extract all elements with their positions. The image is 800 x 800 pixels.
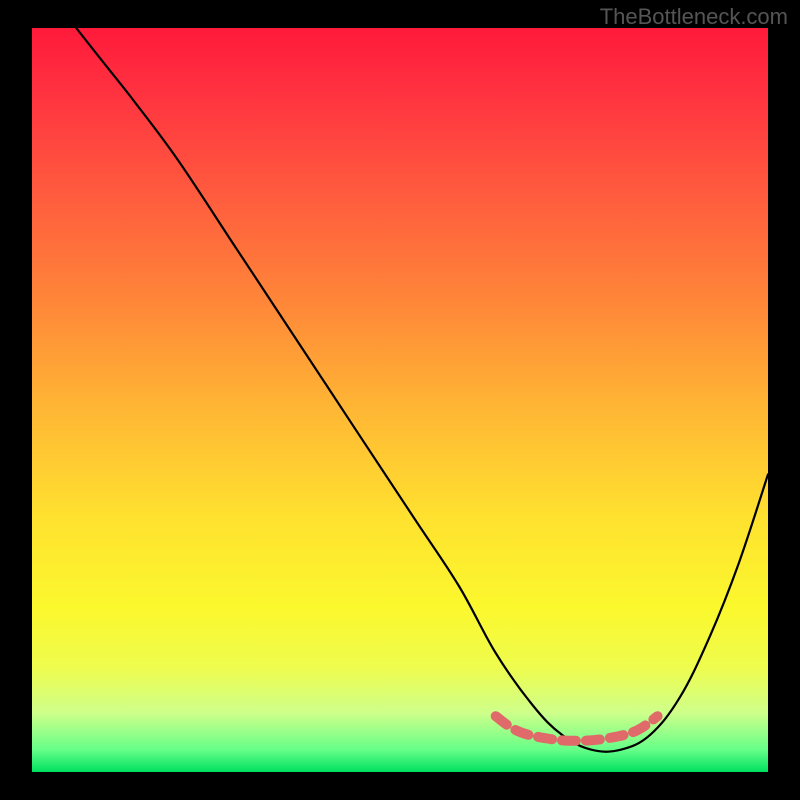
bottleneck-curve-path — [76, 28, 768, 752]
optimal-range-path — [496, 716, 658, 741]
watermark-text: TheBottleneck.com — [600, 4, 788, 30]
chart-plot-area — [32, 28, 768, 772]
chart-svg — [32, 28, 768, 772]
